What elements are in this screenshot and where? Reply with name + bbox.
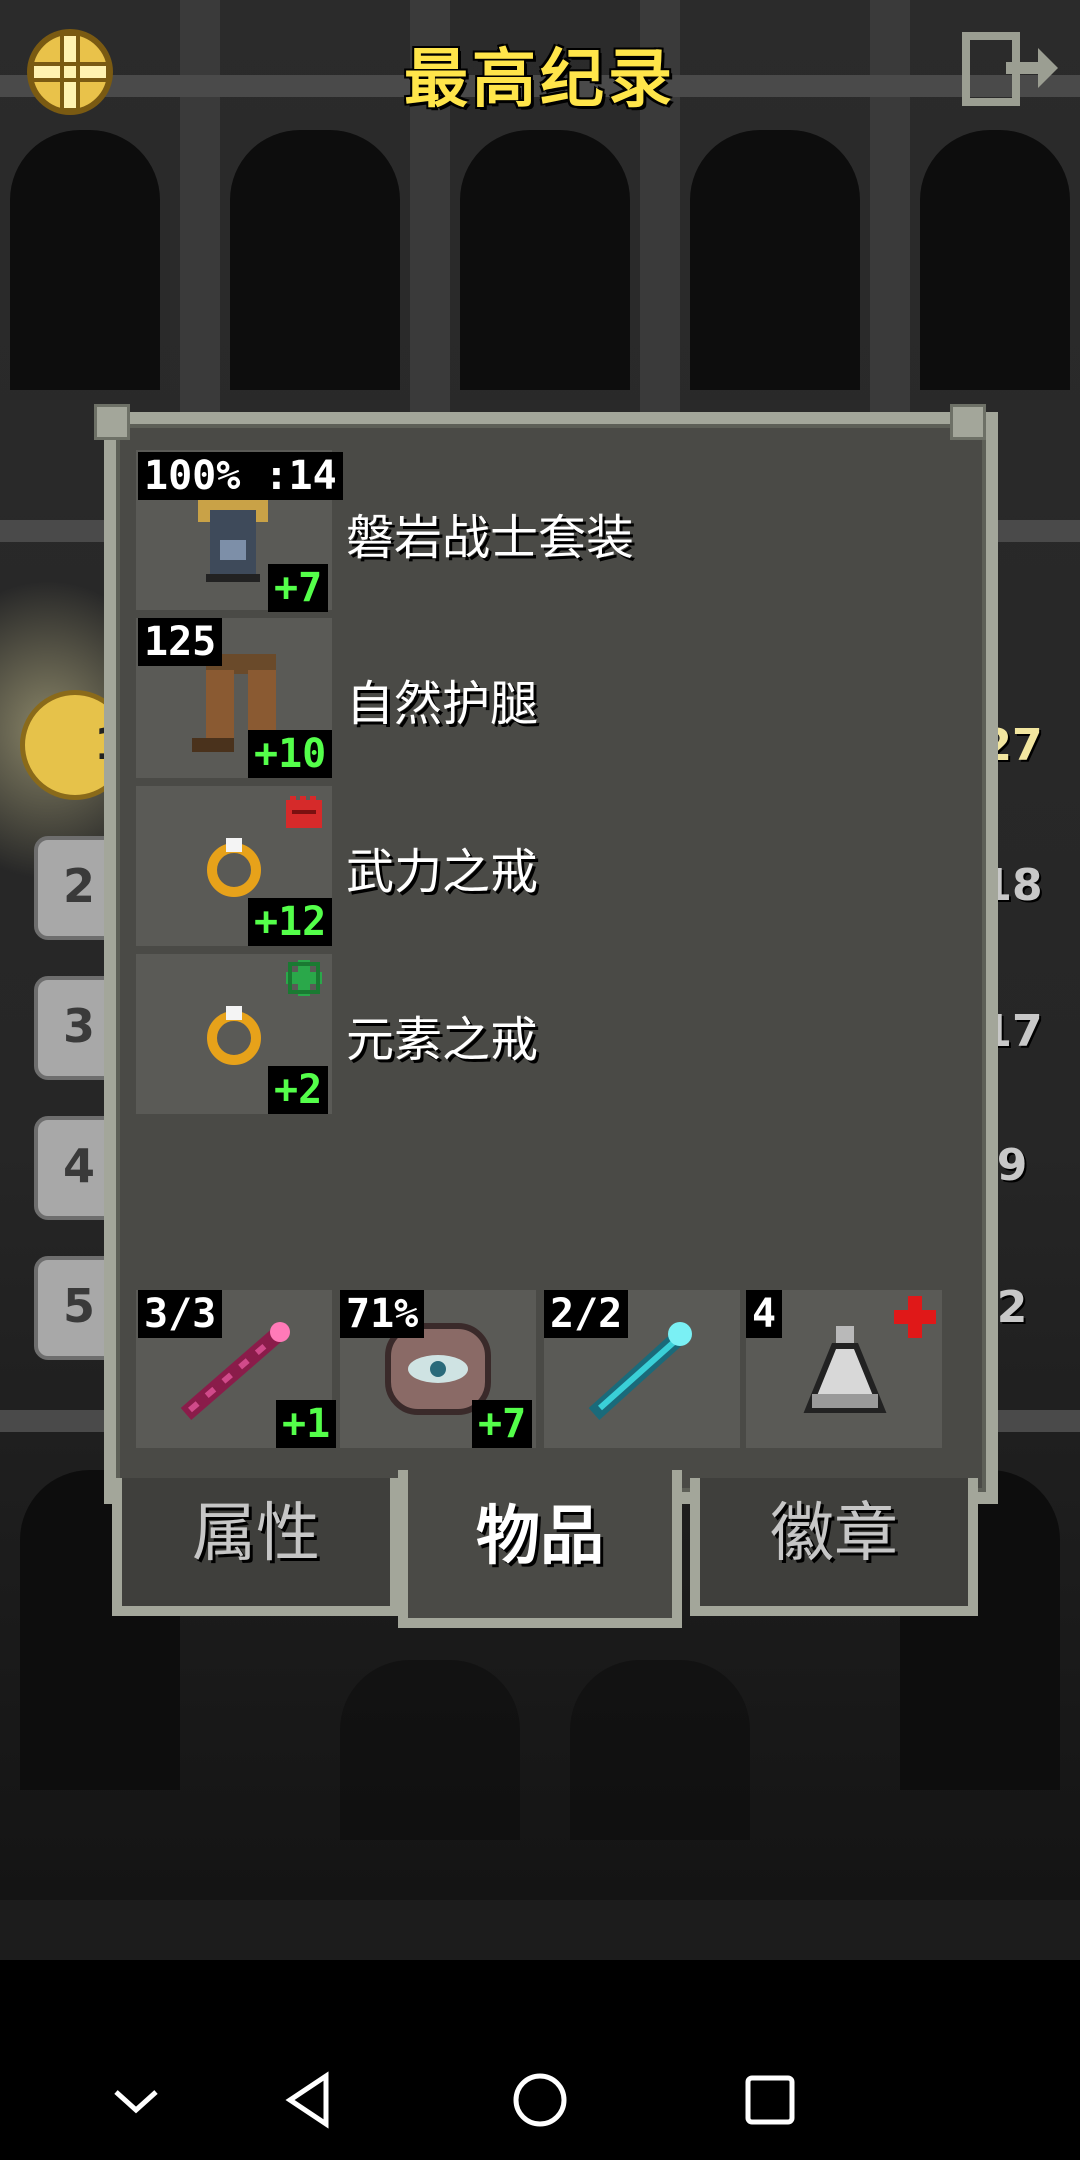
panel-corner (94, 404, 130, 440)
panel-corner (950, 404, 986, 440)
tab-items[interactable]: 物品 (398, 1470, 682, 1628)
home-circle-icon[interactable] (510, 2070, 570, 2130)
quickslot-2-upgrade-label: +7 (472, 1400, 533, 1448)
green-element-icon (286, 960, 322, 996)
ring-elements-name[interactable]: 元素之戒 (346, 1000, 538, 1070)
arch (460, 130, 630, 390)
arch (920, 130, 1070, 390)
arch (570, 1660, 750, 1840)
quickslot-2-charge-label: 71% (340, 1290, 425, 1338)
tab-stats[interactable]: 属性 (112, 1478, 400, 1616)
tab-badges[interactable]: 徽章 (690, 1478, 978, 1616)
arch (340, 1660, 520, 1840)
chevron-down-icon[interactable] (106, 2070, 166, 2130)
armor-name[interactable]: 磐岩战士套装 (346, 498, 634, 568)
legs-armor-value-label: 125 (138, 618, 223, 666)
back-triangle-icon[interactable] (280, 2070, 340, 2130)
ring-elements-upgrade-label: +2 (268, 1066, 329, 1114)
rank-number: 2 (62, 859, 95, 913)
quickslot-1-upgrade-label: +1 (276, 1400, 337, 1448)
exit-door-icon (962, 32, 1058, 106)
legs-name[interactable]: 自然护腿 (346, 664, 538, 734)
arch (10, 130, 160, 390)
arch (230, 130, 400, 390)
rank-number: 5 (62, 1279, 95, 1333)
ring-force-name[interactable]: 武力之戒 (346, 832, 538, 902)
armor-upgrade-label: +7 (268, 564, 329, 612)
recents-square-icon[interactable] (740, 2070, 800, 2130)
rank-number: 4 (62, 1139, 95, 1193)
red-fist-icon (286, 796, 322, 828)
quickslot-4-quantity-label: 4 (746, 1290, 783, 1338)
rank-number: 3 (62, 999, 95, 1053)
red-cross-icon (894, 1296, 936, 1338)
arch (690, 130, 860, 390)
legs-upgrade-label: +10 (248, 730, 333, 778)
ring-force-upgrade-label: +12 (248, 898, 333, 946)
system-navigation-bar (0, 1960, 1080, 2160)
exit-button[interactable] (960, 30, 1060, 110)
armor-durability-label: 100% :14 (138, 452, 343, 500)
quickslot-1-charges-label: 3/3 (138, 1290, 223, 1338)
page-title: 最高纪录 (404, 43, 676, 117)
quickslot-3-charges-label: 2/2 (544, 1290, 629, 1338)
